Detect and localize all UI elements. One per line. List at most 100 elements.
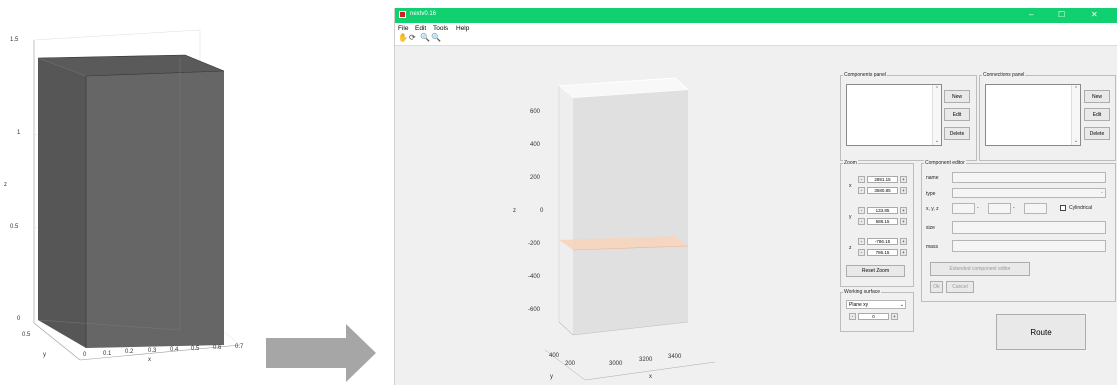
menu-help[interactable]: Help (456, 25, 469, 32)
plot-z-label: z (513, 208, 516, 214)
plus-button[interactable]: + (900, 207, 907, 214)
before-x-tick: 0.4 (170, 347, 179, 353)
working-surface-spinner[interactable]: - 0 + (849, 313, 899, 320)
zoom-out-icon[interactable]: 🔍 (431, 33, 441, 42)
before-z-tick: 1 (17, 130, 21, 136)
scroll-down-icon[interactable]: ⌄ (1072, 138, 1080, 144)
minus-button[interactable]: - (858, 218, 865, 225)
before-y-tick: 0.5 (22, 332, 31, 338)
zoom-z-min-field[interactable]: -786.15 (867, 238, 898, 245)
zoom-x-min-spinner[interactable]: - 2891.15 + (858, 176, 908, 183)
working-surface-panel (840, 292, 914, 332)
connections-new-button[interactable]: New (1084, 90, 1110, 103)
separator: - (977, 205, 979, 211)
extended-editor-button[interactable]: Extended component editor (930, 262, 1030, 276)
plus-button[interactable]: + (900, 238, 907, 245)
rotate-icon[interactable]: ⟳ (409, 33, 416, 42)
plus-button[interactable]: + (900, 187, 907, 194)
plot-z-tick: 0 (540, 208, 544, 214)
minus-button[interactable]: - (858, 249, 865, 256)
zoom-x-min-field[interactable]: 2891.15 (867, 176, 898, 183)
cancel-button[interactable]: Cancel (946, 281, 974, 293)
menu-edit[interactable]: Edit (415, 25, 426, 32)
minimize-button[interactable]: – (1029, 10, 1033, 19)
zoom-panel-title: Zoom (843, 160, 858, 166)
plot-z-tick: 600 (530, 109, 541, 115)
plus-button[interactable]: + (900, 218, 907, 225)
zoom-y-max-field[interactable]: 588.15 (867, 218, 898, 225)
before-x-tick: 0.6 (213, 345, 222, 351)
components-edit-button[interactable]: Edit (944, 108, 970, 121)
plot-z-tick: 400 (530, 142, 541, 148)
ok-button[interactable]: Ok (930, 281, 943, 293)
route-button[interactable]: Route (996, 314, 1086, 350)
plot-z-tick: -400 (528, 274, 541, 280)
toolbar: ✋ ⟳ 🔍 🔍 (395, 33, 1117, 46)
plot-x-label: x (649, 374, 652, 380)
y-field[interactable] (988, 203, 1011, 214)
minus-button[interactable]: - (858, 207, 865, 214)
components-delete-button[interactable]: Delete (944, 127, 970, 140)
minus-button[interactable]: - (849, 313, 856, 320)
zoom-z-min-spinner[interactable]: - -786.15 + (858, 238, 908, 245)
zoom-in-icon[interactable]: 🔍 (420, 33, 430, 42)
before-3d-plot (33, 29, 241, 361)
working-surface-title: Working surface (843, 289, 882, 295)
arrow-right-icon (266, 324, 376, 382)
chevron-down-icon: ⌄ (899, 302, 904, 308)
scroll-up-icon[interactable]: ⌃ (933, 86, 941, 92)
minus-button[interactable]: - (858, 238, 865, 245)
scroll-up-icon[interactable]: ⌃ (1072, 86, 1080, 92)
type-select[interactable]: ⌄ (952, 188, 1106, 198)
size-field[interactable] (952, 221, 1106, 234)
type-label: type (926, 191, 936, 197)
menu-bar: File Edit Tools Help (395, 23, 1117, 33)
x-field[interactable] (952, 203, 975, 214)
close-button[interactable]: ✕ (1091, 10, 1098, 19)
zoom-z-max-field[interactable]: 786.15 (867, 249, 898, 256)
zoom-y-min-field[interactable]: 133.85 (867, 207, 898, 214)
cylindrical-label: Cylindrical (1069, 205, 1093, 211)
connections-edit-button[interactable]: Edit (1084, 108, 1110, 121)
working-surface-value[interactable]: 0 (858, 313, 889, 320)
reset-zoom-button[interactable]: Reset Zoom (846, 265, 905, 277)
size-label: size (926, 225, 935, 231)
title-bar: nextv0.16 – ☐ ✕ (395, 8, 1117, 23)
mass-field[interactable] (952, 240, 1106, 252)
plus-button[interactable]: + (891, 313, 898, 320)
cylindrical-checkbox[interactable] (1060, 205, 1066, 211)
connections-delete-button[interactable]: Delete (1084, 127, 1110, 140)
working-surface-select[interactable]: Plane xy ⌄ (846, 300, 906, 309)
zoom-x-max-spinner[interactable]: - 3580.85 + (858, 187, 908, 194)
zoom-z-max-spinner[interactable]: - 786.15 + (858, 249, 908, 256)
pan-icon[interactable]: ✋ (398, 33, 408, 42)
minus-button[interactable]: - (858, 176, 865, 183)
before-x-tick: 0.5 (191, 346, 200, 352)
z-field[interactable] (1024, 203, 1047, 214)
scroll-down-icon[interactable]: ⌄ (933, 138, 941, 144)
connections-list[interactable]: ⌃ ⌄ (985, 84, 1081, 146)
menu-tools[interactable]: Tools (433, 25, 448, 32)
components-new-button[interactable]: New (944, 90, 970, 103)
name-field[interactable] (952, 172, 1106, 183)
minus-button[interactable]: - (858, 187, 865, 194)
before-x-tick: 0.7 (235, 344, 244, 350)
before-x-label: x (148, 357, 151, 363)
plot-x-tick: 3400 (668, 354, 682, 360)
connections-list-scrollbar[interactable]: ⌃ ⌄ (1071, 85, 1080, 145)
before-z-tick: 1.5 (10, 37, 19, 43)
plus-button[interactable]: + (900, 176, 907, 183)
menu-file[interactable]: File (398, 25, 408, 32)
plus-button[interactable]: + (900, 249, 907, 256)
maximize-button[interactable]: ☐ (1058, 10, 1065, 19)
components-list-scrollbar[interactable]: ⌃ ⌄ (932, 85, 941, 145)
mass-label: mass (926, 244, 938, 250)
volume-front-face (573, 90, 688, 335)
zoom-x-label: x (849, 183, 852, 189)
components-list[interactable]: ⌃ ⌄ (846, 84, 942, 146)
zoom-y-min-spinner[interactable]: - 133.85 + (858, 207, 908, 214)
plot-y-label: y (550, 374, 553, 380)
zoom-x-max-field[interactable]: 3580.85 (867, 187, 898, 194)
zoom-y-max-spinner[interactable]: - 588.15 + (858, 218, 908, 225)
before-x-tick: 0.3 (148, 348, 157, 354)
